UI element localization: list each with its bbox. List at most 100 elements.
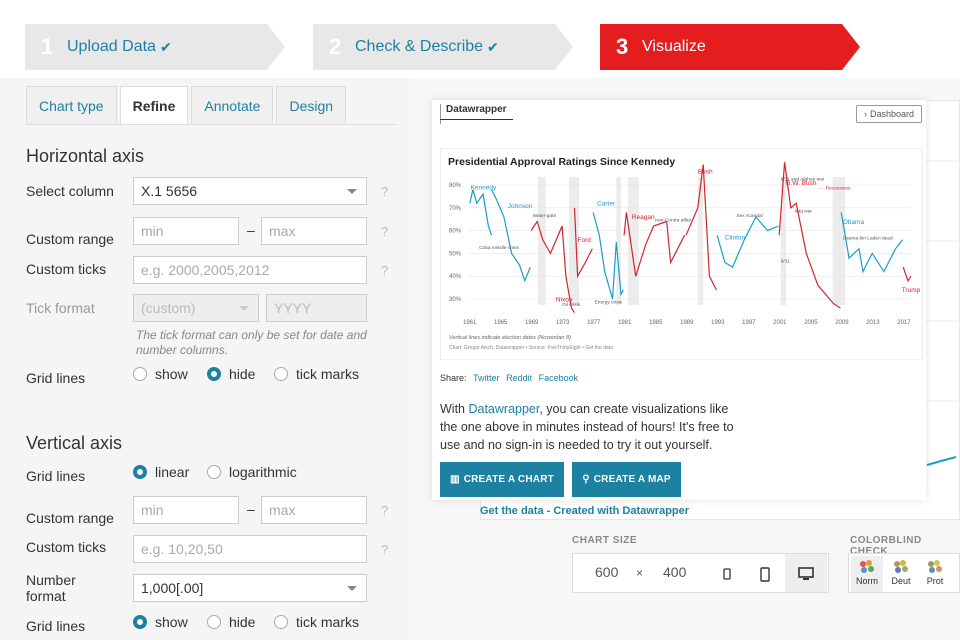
create-chart-button[interactable]: ▥ CREATE A CHART xyxy=(440,462,564,497)
radio-scale-logarithmic[interactable]: logarithmic xyxy=(207,464,297,480)
x-tick-label: 1977 xyxy=(587,320,601,326)
step-number: 2 xyxy=(329,34,342,59)
dashboard-label: Dashboard xyxy=(869,109,915,119)
president-label: Obama xyxy=(843,219,865,226)
background-source-line: Get the data - Created with Datawrapper xyxy=(480,505,690,517)
palette-icon xyxy=(919,556,951,576)
tab-design[interactable]: Design xyxy=(276,86,347,124)
share-facebook-link[interactable]: Facebook xyxy=(539,373,579,383)
y-tick-label: 30% xyxy=(449,297,462,303)
chart-annotation: ← Recessions xyxy=(819,186,851,192)
create-map-button[interactable]: ⚲ CREATE A MAP xyxy=(572,462,681,497)
radio-label: tick marks xyxy=(296,366,359,382)
share-twitter-link[interactable]: Twitter xyxy=(473,373,500,383)
colorblind-option-label: Prot xyxy=(926,576,944,586)
share-reddit-link[interactable]: Reddit xyxy=(506,373,532,383)
x-tick-label: 1961 xyxy=(463,320,477,326)
tab-chart-type[interactable]: Chart type xyxy=(26,86,117,124)
mobile-large-icon[interactable] xyxy=(751,560,779,588)
help-icon[interactable]: ? xyxy=(381,503,388,518)
horizontal-axis-heading: Horizontal axis xyxy=(26,146,145,166)
radio-label: show xyxy=(155,366,188,382)
x-tick-label: 2009 xyxy=(835,320,849,326)
radio-grid-tick-marks[interactable]: tick marks xyxy=(274,366,359,382)
radio-vgrid-show[interactable]: show xyxy=(133,614,188,630)
step-visualize[interactable]: 3 Visualize xyxy=(600,24,860,70)
president-label: Clinton xyxy=(725,235,746,242)
chart-annotation: Water-gate xyxy=(533,213,557,219)
tab-annotate[interactable]: Annotate xyxy=(191,86,274,124)
radio-icon xyxy=(274,615,288,629)
radio-scale-linear[interactable]: linear xyxy=(133,464,189,480)
chart-annotation: 9/11 xyxy=(781,259,790,265)
tab-refine[interactable]: Refine xyxy=(119,86,189,124)
approval-line xyxy=(469,189,493,236)
help-icon[interactable]: ? xyxy=(381,542,388,557)
datawrapper-tab[interactable]: Datawrapper xyxy=(440,104,513,120)
president-label: Kennedy xyxy=(471,185,497,192)
mobile-small-icon[interactable] xyxy=(713,560,741,588)
recession-band xyxy=(538,177,546,305)
range-max-input[interactable]: max xyxy=(261,217,367,245)
select-column-dropdown[interactable]: X.1 5656 xyxy=(133,177,367,205)
x-tick-label: 1981 xyxy=(618,320,632,326)
help-icon[interactable]: ? xyxy=(381,184,388,199)
v-range-min-input[interactable]: min xyxy=(133,496,239,524)
radio-label: hide xyxy=(229,366,256,382)
custom-range-label: Custom range xyxy=(26,510,114,526)
x-tick-label: 2001 xyxy=(773,320,787,326)
colorblind-norm-button[interactable]: Norm xyxy=(851,556,883,592)
palette-icon xyxy=(851,556,883,576)
tick-format-dropdown[interactable]: (custom) xyxy=(133,294,259,322)
range-dash: – xyxy=(247,222,255,238)
step-label: Visualize xyxy=(642,38,706,55)
datawrapper-link[interactable]: Datawrapper xyxy=(468,402,539,416)
president-label: Carter xyxy=(597,201,616,208)
radio-icon xyxy=(133,367,147,381)
step-upload-data[interactable]: 1 Upload Data ✔ xyxy=(25,24,285,70)
colorblind-prot-button[interactable]: Prot xyxy=(919,556,951,592)
help-icon[interactable]: ? xyxy=(381,224,388,239)
radio-grid-show[interactable]: show xyxy=(133,366,188,382)
select-column-label: Select column xyxy=(26,183,114,199)
desktop-icon[interactable] xyxy=(785,554,827,592)
radio-vgrid-hide[interactable]: hide xyxy=(207,614,255,630)
chart-annotation: Oil crisis xyxy=(562,302,581,308)
select-column-value: X.1 5656 xyxy=(141,183,198,199)
v-custom-ticks-input[interactable]: e.g. 10,20,50 xyxy=(133,535,367,563)
radio-grid-hide[interactable]: hide xyxy=(207,366,255,382)
help-icon[interactable]: ? xyxy=(381,263,388,278)
range-dash: – xyxy=(247,501,255,517)
number-format-dropdown[interactable]: 1,000[.00] xyxy=(133,574,367,602)
dashboard-button[interactable]: › Dashboard xyxy=(856,105,922,123)
colorblind-deut-button[interactable]: Deut xyxy=(885,556,917,592)
chart-height-input[interactable]: 400 xyxy=(663,564,686,580)
approval-line xyxy=(716,215,779,268)
colorblind-option-label: Norm xyxy=(856,576,878,586)
custom-ticks-input[interactable]: e.g. 2000,2005,2012 xyxy=(133,256,367,284)
recession-band xyxy=(697,177,704,305)
president-label: Ford xyxy=(578,237,592,244)
y-tick-label: 40% xyxy=(449,274,462,280)
promo-text-start: With xyxy=(440,402,469,416)
chevron-right-icon: › xyxy=(863,109,867,119)
v-range-max-input[interactable]: max xyxy=(261,496,367,524)
palette-icon xyxy=(885,556,917,576)
chart-plot: 80% 70% 60% 50% 40% 30% 1961 1965 1969 1973 1977 19… xyxy=(449,162,921,326)
step-label: Upload Data xyxy=(67,38,156,55)
step-check-describe[interactable]: 2 Check & Describe ✔ xyxy=(313,24,573,70)
colorblind-option-label: Deut xyxy=(891,576,911,586)
radio-icon xyxy=(207,615,221,629)
tab-divider xyxy=(26,124,396,125)
y-tick-label: 70% xyxy=(449,206,462,212)
check-icon: ✔ xyxy=(487,38,499,55)
step-label: Check & Describe xyxy=(355,38,484,55)
chart-source: Chart: Gregor Aisch, Datawrapper • Sourc… xyxy=(449,345,613,351)
tick-format-input[interactable]: YYYY xyxy=(266,294,367,322)
president-label: Trump xyxy=(902,287,921,294)
recession-band xyxy=(627,177,639,305)
chart-width-input[interactable]: 600 xyxy=(595,564,618,580)
radio-vgrid-tick-marks[interactable]: tick marks xyxy=(274,614,359,630)
x-tick-label: 1989 xyxy=(680,320,694,326)
range-min-input[interactable]: min xyxy=(133,217,239,245)
